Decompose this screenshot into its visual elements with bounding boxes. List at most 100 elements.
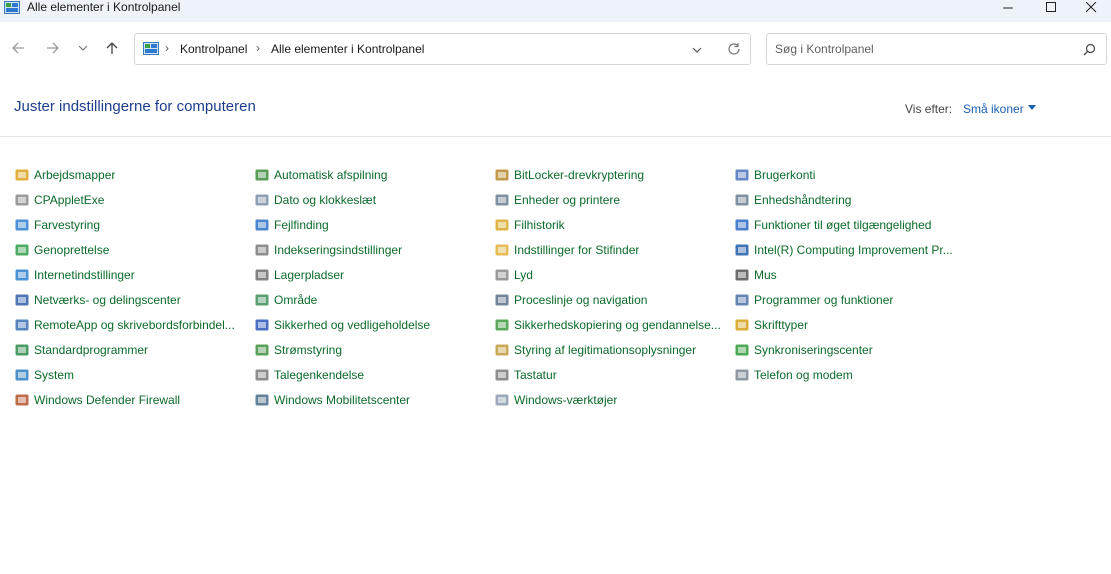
remoteapp-icon [15,319,29,330]
control-panel-item[interactable]: Dato og klokkeslæt [254,191,489,208]
item-label: System [34,367,75,382]
control-panel-item[interactable]: Talegenkendelse [254,366,489,383]
dropdown-arrow-icon[interactable] [1028,105,1036,111]
control-panel-item[interactable]: Arbejdsmapper [14,166,249,183]
title-bar: Alle elementer i Kontrolpanel [0,0,1111,22]
minimize-button[interactable] [985,0,1031,14]
backup-restore-icon [495,319,509,330]
search-input[interactable] [775,41,1075,57]
bitlocker-icon [495,169,509,180]
close-button[interactable] [1071,0,1111,14]
device-manager-icon [735,194,749,205]
control-panel-item[interactable]: Strømstyring [254,341,489,358]
item-label: Proceslinje og navigation [514,292,648,307]
indexing-icon [255,244,269,255]
breadcrumb-kontrolpanel[interactable]: Kontrolpanel [180,42,247,56]
region-icon [255,294,269,305]
item-label: Strømstyring [274,342,343,357]
recent-locations-button[interactable] [72,37,94,59]
control-panel-item[interactable]: Fejlfinding [254,216,489,233]
control-panel-item[interactable]: Intel(R) Computing Improvement Pr... [734,241,969,258]
control-panel-item[interactable]: Sikkerhed og vedligeholdelse [254,316,489,333]
control-panel-item[interactable]: Proceslinje og navigation [494,291,729,308]
control-panel-item[interactable]: Indekseringsindstillinger [254,241,489,258]
control-panel-item[interactable]: Netværks- og delingscenter [14,291,249,308]
control-panel-item[interactable]: Funktioner til øget tilgængelighed [734,216,969,233]
back-button[interactable] [7,37,29,59]
autoplay-icon [255,169,269,180]
search-box[interactable] [766,33,1107,65]
item-label: CPAppletExe [34,192,105,207]
item-label: Programmer og funktioner [754,292,894,307]
sync-center-icon [735,344,749,355]
search-icon[interactable] [1083,43,1096,56]
control-panel-item[interactable]: Lagerpladser [254,266,489,283]
credential-manager-icon [495,344,509,355]
item-label: Standardprogrammer [34,342,149,357]
chevron-down-icon [78,45,88,51]
control-panel-item[interactable]: Internetindstillinger [14,266,249,283]
control-panel-item[interactable]: Synkroniseringscenter [734,341,969,358]
control-panel-item[interactable]: Mus [734,266,969,283]
control-panel-item[interactable]: RemoteApp og skrivebordsforbindel... [14,316,249,333]
control-panel-icon [4,1,20,14]
internet-options-icon [15,269,29,280]
control-panel-item[interactable]: Område [254,291,489,308]
navigation-bar: › Kontrolpanel › Alle elementer i Kontro… [0,22,1111,74]
control-panel-item[interactable]: System [14,366,249,383]
control-panel-item[interactable]: Tastatur [494,366,729,383]
item-label: Lyd [514,267,533,282]
control-panel-item[interactable]: Programmer og funktioner [734,291,969,308]
default-programs-icon [15,344,29,355]
address-dropdown-icon[interactable] [692,45,702,55]
control-panel-item[interactable]: Indstillinger for Stifinder [494,241,729,258]
storage-spaces-icon [255,269,269,280]
address-bar[interactable]: › Kontrolpanel › Alle elementer i Kontro… [134,33,751,65]
item-label: Område [274,292,318,307]
troubleshooting-icon [255,219,269,230]
devices-printers-icon [495,194,509,205]
minimize-icon [1002,7,1013,8]
control-panel-item[interactable]: Farvestyring [14,216,249,233]
control-panel-item[interactable]: Windows Defender Firewall [14,391,249,408]
control-panel-item[interactable]: BitLocker-drevkryptering [494,166,729,183]
control-panel-item[interactable]: Automatisk afspilning [254,166,489,183]
control-panel-item[interactable]: CPAppletExe [14,191,249,208]
windows-tools-icon [495,394,509,405]
item-label: Windows-værktøjer [514,392,618,407]
item-label: BitLocker-drevkryptering [514,167,645,182]
view-by-dropdown[interactable]: Små ikoner [963,102,1024,116]
maximize-button[interactable] [1028,0,1074,14]
arrow-left-icon [12,42,24,54]
forward-button[interactable] [42,37,64,59]
date-time-icon [255,194,269,205]
up-button[interactable] [101,37,123,59]
work-folders-icon [15,169,29,180]
programs-features-icon [735,294,749,305]
control-panel-item[interactable]: Standardprogrammer [14,341,249,358]
recovery-icon [15,244,29,255]
header-divider [0,136,1111,137]
security-flag-icon [255,319,269,330]
item-label: Windows Mobilitetscenter [274,392,411,407]
control-panel-item[interactable]: Telefon og modem [734,366,969,383]
control-panel-item[interactable]: Brugerkonti [734,166,969,183]
refresh-icon[interactable] [727,42,741,56]
control-panel-item[interactable]: Lyd [494,266,729,283]
control-panel-item[interactable]: Sikkerhedskopiering og gendannelse... [494,316,729,333]
breadcrumb-current[interactable]: Alle elementer i Kontrolpanel [271,42,424,56]
control-panel-item[interactable]: Enheder og printere [494,191,729,208]
item-label: Talegenkendelse [274,367,365,382]
control-panel-item[interactable]: Filhistorik [494,216,729,233]
system-icon [15,369,29,380]
close-icon [1085,1,1096,12]
item-label: Telefon og modem [754,367,853,382]
control-panel-item[interactable]: Genoprettelse [14,241,249,258]
control-panel-item[interactable]: Windows Mobilitetscenter [254,391,489,408]
control-panel-item[interactable]: Enhedshåndtering [734,191,969,208]
breadcrumb-separator: › [165,41,169,55]
control-panel-item[interactable]: Styring af legitimationsoplysninger [494,341,729,358]
control-panel-item[interactable]: Windows-værktøjer [494,391,729,408]
control-panel-item[interactable]: Skrifttyper [734,316,969,333]
window-title: Alle elementer i Kontrolpanel [27,0,181,14]
